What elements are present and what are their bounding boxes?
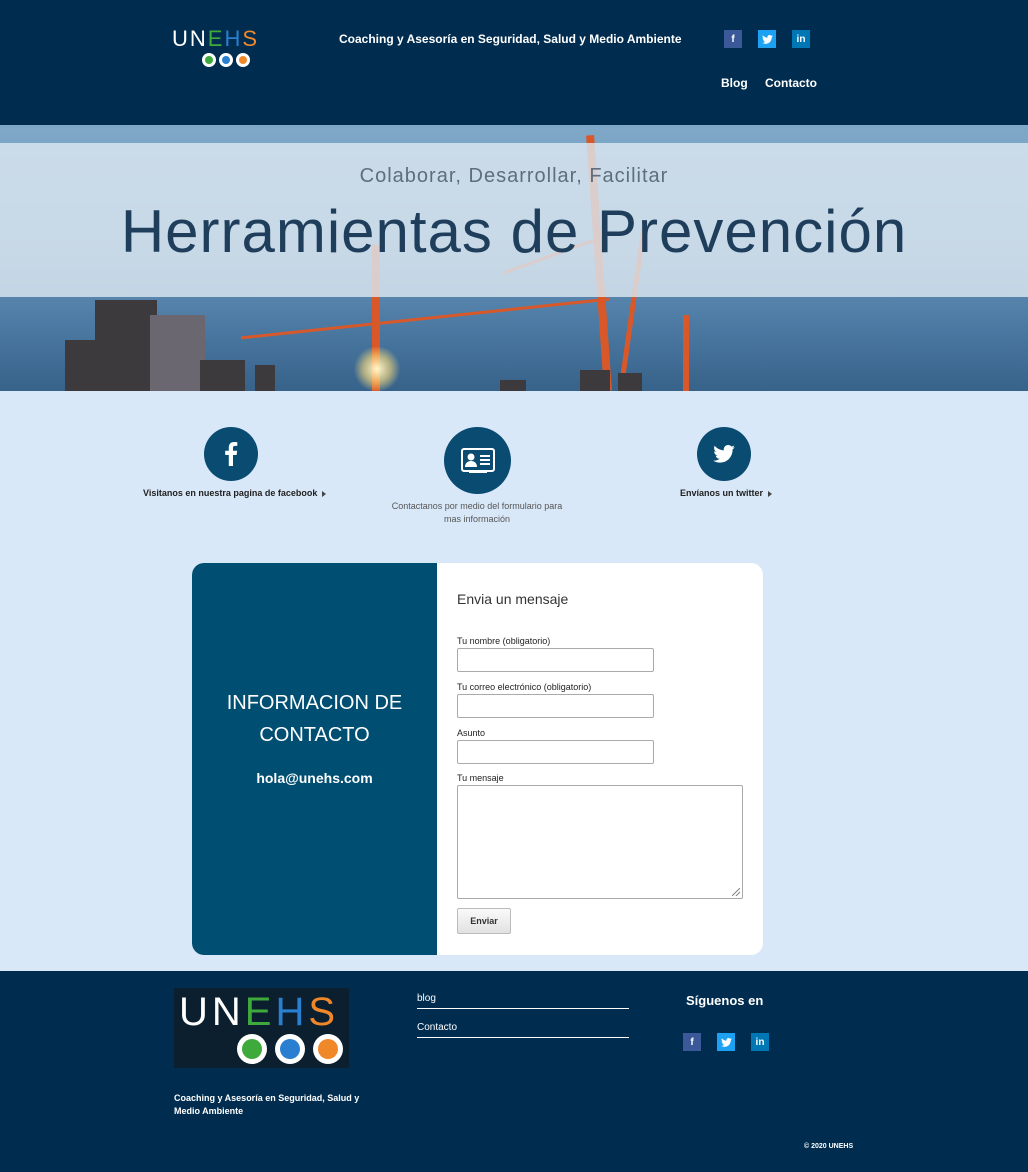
linkedin-icon[interactable]: in (751, 1033, 769, 1051)
logo-wordmark: UNEHS (172, 26, 260, 51)
light-glow (352, 347, 402, 391)
building (150, 315, 205, 391)
facebook-feature-button[interactable] (204, 427, 258, 481)
facebook-icon[interactable]: f (724, 30, 742, 48)
footer-logo[interactable]: UNEHS (174, 988, 349, 1068)
name-label: Tu nombre (obligatorio) (457, 636, 551, 646)
twitter-icon[interactable] (758, 30, 776, 48)
building (200, 360, 245, 391)
twitter-icon (713, 445, 735, 463)
crane-jib (240, 297, 610, 340)
footer-link-contacto[interactable]: Contacto (417, 1022, 629, 1038)
twitter-feature-button[interactable] (697, 427, 751, 481)
leaf-icon (202, 53, 216, 67)
footer-logo-icons (237, 1034, 343, 1064)
hardhat-icon (313, 1034, 343, 1064)
form-title: Envia un mensaje (457, 591, 569, 607)
subject-label: Asunto (457, 728, 486, 738)
twitter-feature-caption[interactable]: Envíanos un twitter (680, 488, 773, 498)
twitter-icon[interactable] (717, 1033, 735, 1051)
caret-right-icon (322, 490, 327, 497)
email-label: Tu correo electrónico (obligatorio) (457, 682, 592, 692)
linkedin-icon[interactable]: in (792, 30, 810, 48)
heart-icon (219, 53, 233, 67)
heart-icon (275, 1034, 305, 1064)
unehs-logo[interactable]: UNEHS (172, 26, 260, 70)
building (618, 373, 642, 391)
building (500, 380, 526, 391)
hero-title: Herramientas de Prevención (120, 198, 908, 265)
subject-input[interactable] (457, 740, 654, 764)
site-header: UNEHS Coaching y Asesoría en Seguridad, … (0, 0, 1028, 125)
contact-info-title: INFORMACION DE CONTACTO (226, 692, 403, 746)
site-footer: UNEHS Coaching y Asesoría en Seguridad, … (0, 971, 1028, 1172)
building (580, 370, 610, 391)
hero-banner: Colaborar, Desarrollar, Facilitar Herram… (0, 125, 1028, 391)
building (255, 365, 275, 391)
email-input[interactable] (457, 694, 654, 718)
name-input[interactable] (457, 648, 654, 672)
copyright: © 2020 UNEHS (804, 1143, 854, 1150)
contact-feature-button[interactable] (444, 427, 511, 494)
footer-tagline: Coaching y Asesoría en Seguridad, Salud … (174, 1093, 360, 1116)
leaf-icon (237, 1034, 267, 1064)
footer-logo-wordmark: UNEHS (179, 990, 340, 1034)
facebook-icon (225, 442, 238, 466)
contact-card-icon (460, 447, 495, 473)
footer-link-blog[interactable]: blog (417, 993, 629, 1009)
caret-right-icon (768, 490, 773, 497)
logo-icons (202, 53, 256, 67)
submit-button[interactable]: Enviar (457, 908, 511, 934)
facebook-feature-caption[interactable]: Visitanos en nuestra pagina de facebook (143, 488, 327, 498)
message-textarea[interactable] (457, 785, 743, 899)
header-tagline: Coaching y Asesoría en Seguridad, Salud … (339, 32, 682, 46)
contact-info-panel: INFORMACION DE CONTACTO hola@unehs.com (192, 563, 437, 955)
hardhat-icon (236, 53, 250, 67)
crane-mast (683, 315, 689, 391)
hero-subtitle: Colaborar, Desarrollar, Facilitar (359, 165, 669, 187)
nav-contacto[interactable]: Contacto (765, 76, 817, 90)
contact-card: INFORMACION DE CONTACTO hola@unehs.com E… (192, 563, 763, 955)
resize-handle-icon[interactable] (732, 888, 740, 896)
message-label: Tu mensaje (457, 773, 504, 783)
facebook-icon[interactable]: f (683, 1033, 701, 1051)
follow-us-label: Síguenos en (686, 993, 764, 1008)
building (65, 340, 105, 391)
contact-email[interactable]: hola@unehs.com (192, 770, 437, 786)
contact-feature-caption: Contactanos por medio del formulario par… (391, 501, 563, 524)
nav-blog[interactable]: Blog (721, 76, 748, 90)
